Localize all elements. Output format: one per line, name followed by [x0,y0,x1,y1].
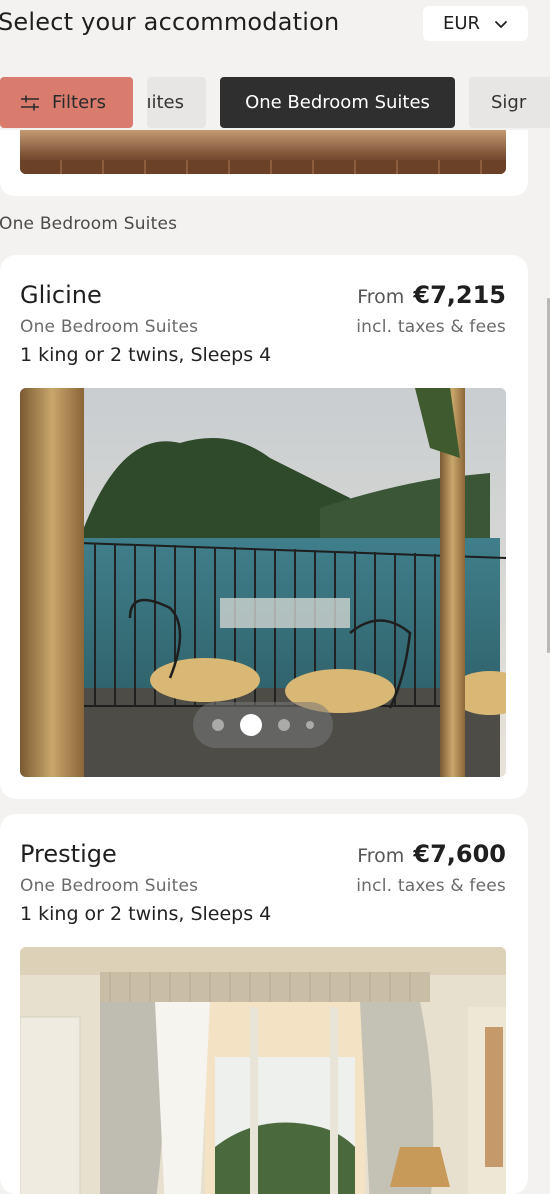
chip-active-label: One Bedroom Suites [245,92,430,113]
room-category: One Bedroom Suites [20,876,199,896]
chip-suites[interactable]: ıites [147,77,206,128]
section-label: One Bedroom Suites [0,214,178,234]
room-card-prestige[interactable]: Prestige One Bedroom Suites 1 king or 2 … [0,814,528,1194]
carousel-dot-active[interactable] [240,714,262,736]
room-category: One Bedroom Suites [20,317,199,337]
room-price: From €7,600 [357,840,506,868]
carousel-dot[interactable] [212,719,224,731]
chevron-down-icon [495,20,507,28]
price-prefix: From [357,845,405,867]
chip-one-bedroom-suites[interactable]: One Bedroom Suites [220,77,455,128]
price-prefix: From [357,286,405,308]
price-note: incl. taxes & fees [356,876,506,896]
price-value: €7,600 [413,840,506,868]
currency-value: EUR [442,13,481,34]
carousel-indicator [193,702,333,748]
filters-button[interactable]: Filters [0,77,133,128]
page-title: Select your accommodation [0,8,340,36]
carousel-dot[interactable] [278,719,290,731]
filter-chip-bar: Filters ıites One Bedroom Suites Sigr [0,77,550,129]
currency-select[interactable]: EUR [423,6,528,41]
room-card-glicine[interactable]: Glicine One Bedroom Suites 1 king or 2 t… [0,255,528,799]
room-name: Glicine [20,281,102,309]
previous-room-photo [20,130,506,174]
previous-room-card[interactable] [0,130,528,196]
room-beds: 1 king or 2 twins, Sleeps 4 [20,344,272,366]
sliders-icon [21,95,39,110]
carousel-dot[interactable] [306,721,314,729]
price-value: €7,215 [413,281,506,309]
room-photo [20,947,506,1194]
chip-suites-label: ıites [147,92,184,113]
room-beds: 1 king or 2 twins, Sleeps 4 [20,903,272,925]
room-price: From €7,215 [357,281,506,309]
price-note: incl. taxes & fees [356,317,506,337]
filters-label: Filters [52,92,106,113]
chip-signature[interactable]: Sigr [469,77,550,128]
chip-signature-label: Sigr [491,92,527,113]
room-photo-carousel[interactable] [20,388,506,777]
room-photo-carousel[interactable] [20,947,506,1194]
room-name: Prestige [20,840,117,868]
header: Select your accommodation EUR [0,0,550,50]
